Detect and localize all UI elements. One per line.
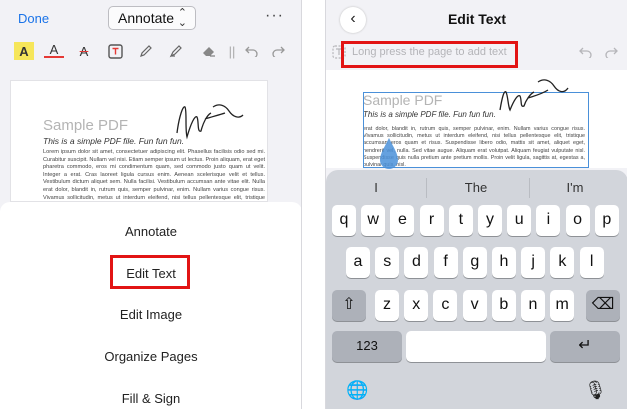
key-p[interactable]: p [594,205,619,236]
right-screen: ‹ Edit Text Long press the page to add t… [325,0,627,409]
redo-icon[interactable] [604,45,619,61]
more-button[interactable]: ··· [265,7,284,25]
signature-drawing [176,104,244,140]
signature-drawing [499,79,569,112]
pdf-page-preview[interactable]: Sample PDF This is a simple PDF file. Fu… [10,80,268,202]
key-k[interactable]: k [550,247,575,278]
menu-item-edit-image[interactable]: Edit Image [0,307,301,322]
undo-icon[interactable] [578,45,593,61]
pencil-icon[interactable] [136,42,156,60]
divider-gap [302,0,325,409]
left-top-bar: Done Annotate ⌃ ⌄ ··· [0,0,301,36]
suggestion-divider [426,178,427,198]
mode-menu-sheet: Annotate Edit Text Edit Image Organize P… [0,202,301,409]
redo-icon[interactable] [268,42,288,60]
key-q[interactable]: q [332,205,356,236]
key-j[interactable]: j [521,247,546,278]
key-m[interactable]: m [550,290,575,321]
key-a[interactable]: a [346,247,370,278]
key-v[interactable]: v [462,290,487,321]
highlight-icon[interactable]: A [14,42,34,60]
mode-label: Annotate [118,10,175,26]
menu-item-organize-pages[interactable]: Organize Pages [0,349,301,364]
separator-icon: || [228,43,236,59]
key-r[interactable]: r [419,205,444,236]
pdf-body-text: Lorem ipsum dolor sit amet, consectetuer… [43,149,265,201]
suggestion-2[interactable]: The [456,180,496,195]
left-screen: Done Annotate ⌃ ⌄ ··· A A A || Sample PD… [0,0,302,409]
marker-icon[interactable] [166,42,186,60]
numbers-key[interactable]: 123 [332,331,402,362]
key-e[interactable]: e [390,205,415,236]
key-l[interactable]: l [579,247,604,278]
delete-key[interactable]: ⌫ [586,290,620,321]
suggestion-divider [529,178,530,198]
key-h[interactable]: h [492,247,516,278]
menu-item-fill-sign[interactable]: Fill & Sign [0,391,301,406]
key-b[interactable]: b [491,290,516,321]
pdf-page-edit[interactable]: Sample PDF This is a simple PDF file. Fu… [326,70,627,168]
suggestion-3[interactable]: I'm [560,180,590,195]
suggestion-1[interactable]: I [366,180,386,195]
microphone-icon[interactable]: 🎙 [584,380,607,401]
shift-key[interactable]: ⇧ [332,290,366,321]
key-d[interactable]: d [404,247,429,278]
key-i[interactable]: i [536,205,561,236]
mode-selector[interactable]: Annotate ⌃ ⌄ [108,6,196,30]
eraser-icon[interactable] [198,42,218,60]
space-key[interactable] [406,331,546,362]
strikethrough-icon[interactable]: A [74,42,94,60]
highlight-box-hint [341,41,518,68]
page-title: Edit Text [447,11,507,27]
key-z[interactable]: z [375,290,399,321]
key-o[interactable]: o [565,205,590,236]
text-color-icon[interactable]: A [44,42,64,58]
pdf-subtitle: This is a simple PDF file. Fun fun fun. [43,136,185,146]
textbox-icon[interactable] [105,42,125,60]
undo-icon[interactable] [241,42,261,60]
key-n[interactable]: n [521,290,545,321]
annotation-toolbar: A A A || [0,36,301,66]
return-key[interactable]: ↵ [550,331,620,362]
pdf-title: Sample PDF [43,117,129,134]
key-y[interactable]: y [478,205,502,236]
globe-icon[interactable]: 🌐 [346,380,368,401]
cursor-drag-handle[interactable] [378,136,400,170]
key-w[interactable]: w [361,205,386,236]
highlight-box-edit-text [110,255,190,289]
chevron-up-down-icon: ⌃ ⌄ [177,7,187,29]
key-u[interactable]: u [507,205,532,236]
key-g[interactable]: g [462,247,487,278]
key-c[interactable]: c [433,290,458,321]
on-screen-keyboard: I The I'm qwertyuiop asdfghjkl zxcvbnm ⇧… [326,170,627,409]
key-s[interactable]: s [375,247,400,278]
right-top-bar: ‹ Edit Text [326,0,627,38]
key-t[interactable]: t [448,205,473,236]
key-x[interactable]: x [404,290,429,321]
menu-item-annotate[interactable]: Annotate [0,224,301,239]
key-f[interactable]: f [433,247,458,278]
done-button[interactable]: Done [18,11,49,26]
